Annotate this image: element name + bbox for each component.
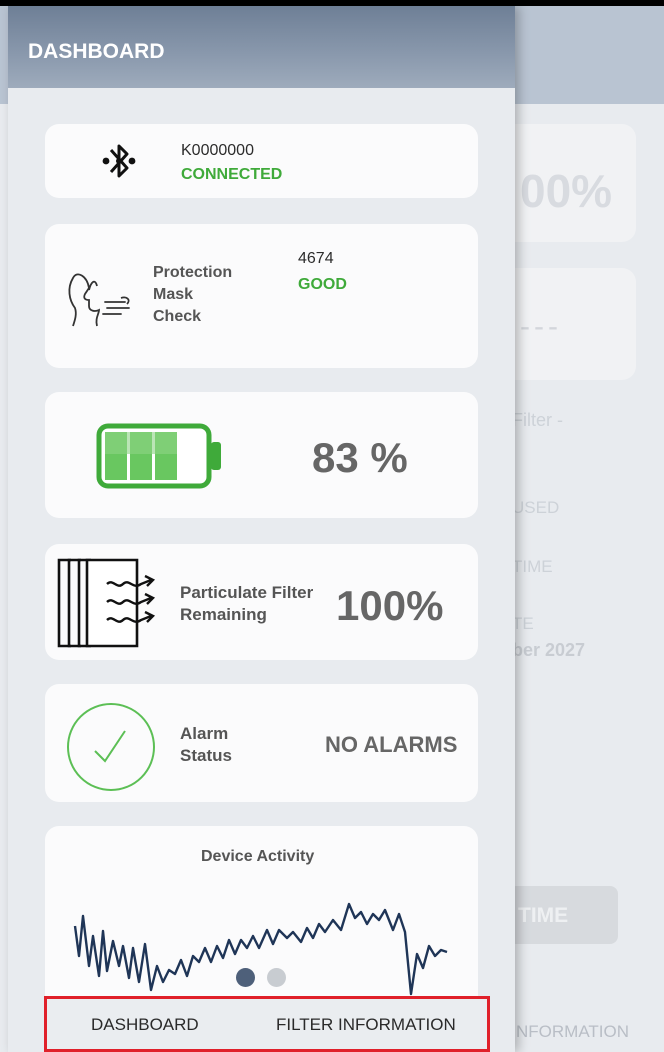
mask-check-label-1: Protection [153, 264, 233, 281]
bluetooth-icon [101, 138, 137, 189]
mask-check-value: 4674 [298, 250, 334, 267]
mask-check-label-2: Mask [153, 286, 194, 303]
mask-check-label-3: Check [153, 308, 202, 325]
activity-chart [73, 902, 448, 996]
background-dashes: --- [520, 310, 562, 343]
bluetooth-card[interactable]: K0000000 CONNECTED [45, 124, 478, 198]
background-tab-label: NFORMATION [516, 1022, 630, 1041]
drawer-header: DASHBOARD [8, 6, 515, 88]
navigation-drawer: DASHBOARD K0000000 CONNECTED Protection … [8, 6, 515, 1052]
background-used-label: USED [512, 498, 560, 517]
battery-icon [95, 422, 225, 495]
mask-check-card[interactable]: Protection Mask Check 4674 GOOD [45, 224, 478, 368]
tab-filter-information[interactable]: FILTER INFORMATION [276, 1015, 456, 1035]
drawer-title: DASHBOARD [28, 40, 165, 63]
pager-dot-active[interactable] [236, 968, 255, 987]
alarm-card[interactable]: Alarm Status NO ALARMS [45, 684, 478, 802]
alarm-value: NO ALARMS [325, 732, 458, 757]
background-date-label: TE [512, 614, 534, 633]
background-filter-label: Filter - [512, 410, 563, 430]
background-date-value: ber 2027 [512, 640, 586, 660]
background-time-label: TIME [512, 557, 553, 576]
pager-dot-inactive[interactable] [267, 968, 286, 987]
background-button-label: TIME [518, 904, 569, 927]
alarm-label-2: Status [180, 746, 232, 765]
breathing-face-icon [65, 256, 135, 333]
filter-airflow-icon [57, 556, 167, 655]
filter-label-1: Particulate Filter [180, 583, 314, 602]
connection-status: CONNECTED [181, 166, 283, 183]
activity-title: Device Activity [201, 848, 315, 865]
filter-value: 100% [336, 582, 444, 629]
alarm-label-1: Alarm [180, 724, 229, 743]
mask-check-status: GOOD [298, 276, 347, 293]
tab-dashboard[interactable]: DASHBOARD [91, 1015, 199, 1035]
check-circle-icon [65, 701, 157, 798]
device-id: K0000000 [181, 142, 254, 159]
filter-label-2: Remaining [180, 605, 267, 624]
battery-card[interactable]: 83 % [45, 392, 478, 518]
bottom-tab-bar: DASHBOARD FILTER INFORMATION [44, 996, 490, 1052]
filter-card[interactable]: Particulate Filter Remaining 100% [45, 544, 478, 660]
battery-value: 83 % [312, 434, 408, 481]
background-percent: 00% [520, 165, 613, 217]
